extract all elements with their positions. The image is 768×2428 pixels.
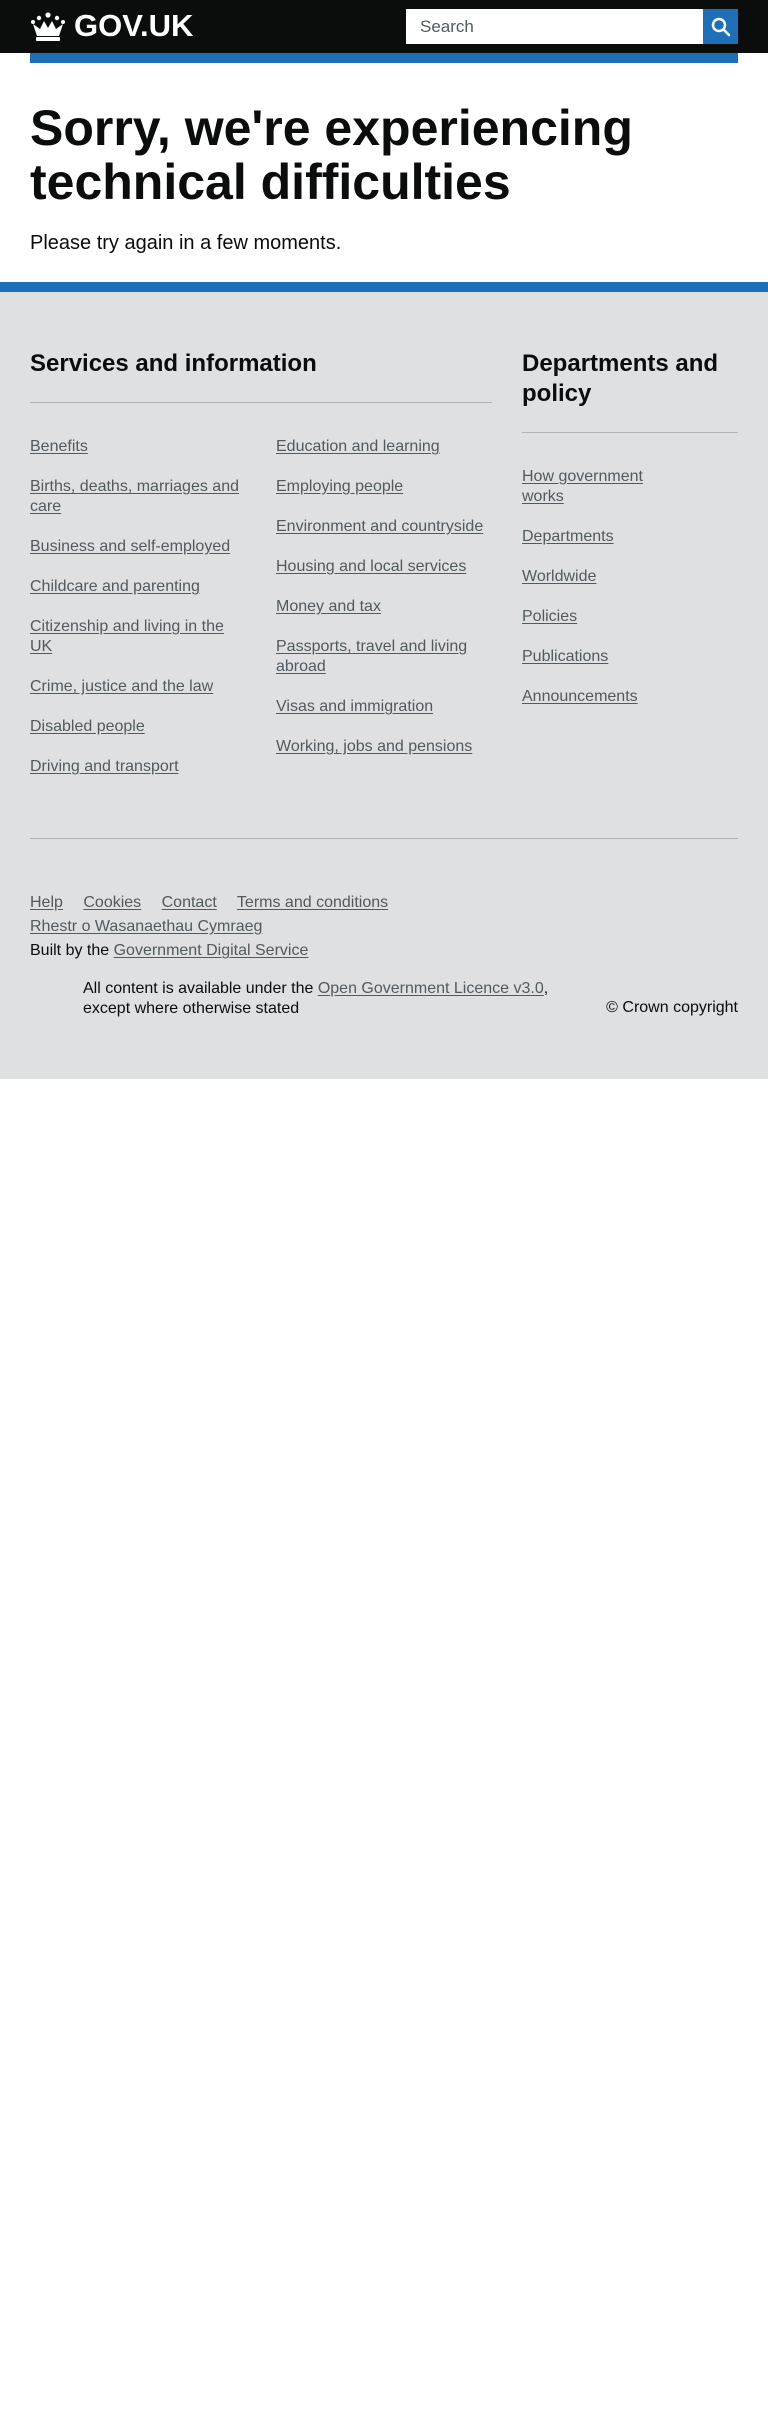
departments-list: How government works Departments Worldwi… [522,467,662,727]
services-heading: Services and information [30,350,317,377]
site-header: GOV.UK [0,0,768,63]
link-environment[interactable]: Environment and countryside [276,518,483,535]
error-message: Please try again in a few moments. [30,232,342,254]
built-by-text: Built by the [30,942,110,959]
crown-copyright[interactable]: © Crown copyright [606,998,738,1018]
list-item: Environment and countryside [276,517,491,537]
link-benefits[interactable]: Benefits [30,438,88,455]
link-departments[interactable]: Departments [522,528,614,545]
search-form [406,9,738,44]
link-driving-transport[interactable]: Driving and transport [30,758,179,775]
link-working-jobs[interactable]: Working, jobs and pensions [276,738,472,755]
footer-meta-links: Help Cookies Contact Terms and condition… [30,891,404,915]
welsh-services-row: Rhestr o Wasanaethau Cymraeg [30,915,262,939]
link-welsh-services[interactable]: Rhestr o Wasanaethau Cymraeg [30,918,262,935]
search-icon [711,17,730,36]
list-item: Benefits [30,437,250,457]
departments-heading: Departments and policy [522,350,719,407]
list-item: Passports, travel and living abroad [276,637,491,677]
link-crime-justice[interactable]: Crime, justice and the law [30,678,213,695]
govuk-logo-link[interactable]: GOV.UK [30,10,193,42]
search-button[interactable] [703,9,738,44]
departments-divider [522,432,738,433]
link-gds[interactable]: Government Digital Service [114,942,309,959]
list-item: Citizenship and living in the UK [30,617,250,657]
link-cookies[interactable]: Cookies [83,894,141,911]
link-births-deaths[interactable]: Births, deaths, marriages and care [30,478,239,515]
list-item: Money and tax [276,597,491,617]
link-education[interactable]: Education and learning [276,438,440,455]
link-help[interactable]: Help [30,894,63,911]
licence-prefix: All content is available under the [83,980,314,997]
list-item: Announcements [522,687,662,707]
list-item: Childcare and parenting [30,577,250,597]
link-citizenship[interactable]: Citizenship and living in the UK [30,618,224,655]
link-terms[interactable]: Terms and conditions [237,894,388,911]
list-item: Crime, justice and the law [30,677,250,697]
list-item: Publications [522,647,662,667]
services-list-col1: Benefits Births, deaths, marriages and c… [30,437,250,797]
crown-icon [31,12,65,41]
licence-text: All content is available under the Open … [83,979,563,1019]
services-divider [30,402,492,403]
list-item: Worldwide [522,567,662,587]
link-policies[interactable]: Policies [522,608,577,625]
list-item: Housing and local services [276,557,491,577]
link-business[interactable]: Business and self-employed [30,538,230,555]
list-item: Departments [522,527,662,547]
link-announcements[interactable]: Announcements [522,688,638,705]
footer-accent-bar [0,282,768,292]
list-item: Driving and transport [30,757,250,777]
link-disabled-people[interactable]: Disabled people [30,718,145,735]
footer-divider [30,838,738,839]
link-childcare[interactable]: Childcare and parenting [30,578,200,595]
list-item: Disabled people [30,717,250,737]
list-item: Business and self-employed [30,537,250,557]
list-item: How government works [522,467,662,507]
ogl-logo-icon [30,982,72,1000]
page-title: Sorry, we're experiencing technical diff… [30,100,633,210]
logo-text: GOV.UK [74,8,194,43]
link-employing-people[interactable]: Employing people [276,478,403,495]
search-input[interactable] [406,9,703,44]
link-visas[interactable]: Visas and immigration [276,698,433,715]
link-passports[interactable]: Passports, travel and living abroad [276,638,467,675]
list-item: Employing people [276,477,491,497]
link-how-government-works[interactable]: How government works [522,468,643,505]
link-open-government-licence[interactable]: Open Government Licence v3.0 [318,980,544,997]
built-by-row: Built by the Government Digital Service [30,939,308,963]
site-footer: Services and information Benefits Births… [0,282,768,1079]
link-publications[interactable]: Publications [522,648,608,665]
list-item: Education and learning [276,437,491,457]
link-housing[interactable]: Housing and local services [276,558,466,575]
link-worldwide[interactable]: Worldwide [522,568,596,585]
list-item: Policies [522,607,662,627]
link-money-tax[interactable]: Money and tax [276,598,381,615]
list-item: Births, deaths, marriages and care [30,477,250,517]
list-item: Visas and immigration [276,697,491,717]
list-item: Working, jobs and pensions [276,737,491,757]
link-contact[interactable]: Contact [162,894,217,911]
services-list-col2: Education and learning Employing people … [276,437,491,777]
main-content: Sorry, we're experiencing technical diff… [0,53,768,283]
